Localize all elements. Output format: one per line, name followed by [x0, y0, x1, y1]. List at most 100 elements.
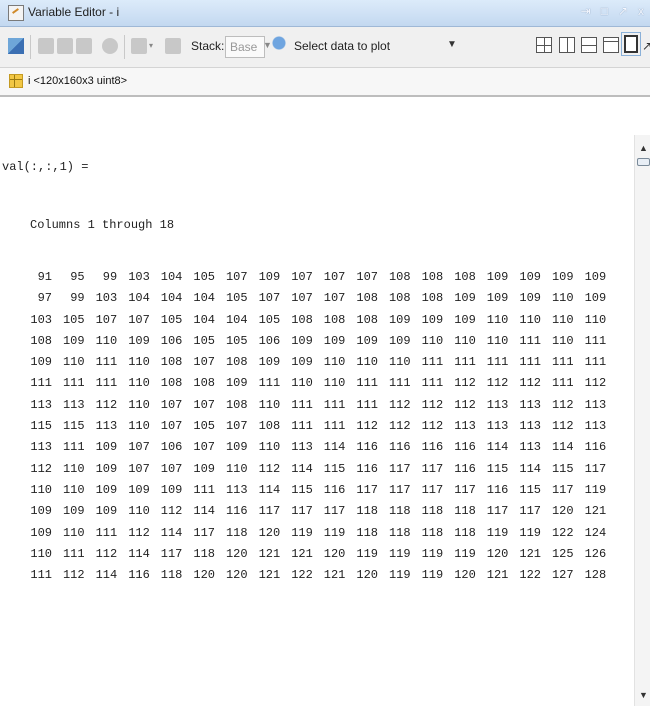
table-cell: 112	[584, 376, 607, 391]
toolbar-undock-icon[interactable]: ↗	[642, 39, 650, 53]
table-cell: 106	[258, 333, 281, 348]
matrix-icon	[9, 74, 23, 88]
table-cell: 111	[258, 376, 281, 391]
stack-label: Stack:	[191, 39, 225, 53]
table-cell: 110	[62, 525, 85, 540]
plot-icon[interactable]	[271, 35, 291, 57]
table-cell: 109	[258, 270, 281, 284]
table-cell: 104	[225, 312, 248, 327]
table-cell: 110	[30, 482, 52, 497]
table-cell: 105	[193, 419, 215, 434]
plot-select[interactable]: Select data to plot	[294, 39, 390, 53]
table-cell: 110	[225, 461, 248, 476]
table-cell: 116	[584, 440, 607, 455]
table-cell: 109	[160, 482, 183, 497]
table-cell: 110	[128, 397, 150, 412]
print-icon[interactable]	[102, 38, 118, 54]
scroll-down-icon[interactable]: ▼	[639, 690, 648, 700]
plot-dropdown-icon[interactable]: ▼	[447, 39, 457, 50]
table-cell: 111	[62, 440, 85, 455]
table-cell: 121	[323, 568, 346, 583]
variable-tab-bar: i <120x160x3 uint8>	[0, 68, 650, 97]
maximize-icon[interactable]: □	[601, 4, 608, 18]
table-cell: 105	[225, 333, 248, 348]
table-cell: 106	[160, 333, 183, 348]
table-cell: 109	[30, 355, 52, 370]
undock-icon[interactable]: ↗	[618, 4, 628, 18]
table-cell: 109	[323, 333, 346, 348]
table-cell: 105	[193, 270, 215, 284]
table-cell: 113	[486, 419, 509, 434]
scroll-thumb[interactable]	[637, 158, 650, 166]
dock-icon[interactable]: ⇥	[581, 4, 591, 18]
table-cell: 109	[519, 270, 541, 284]
brush-dropdown-icon[interactable]: ▾	[149, 41, 153, 50]
scroll-up-icon[interactable]: ▲	[639, 143, 648, 153]
table-cell: 109	[519, 291, 541, 306]
vertical-scrollbar[interactable]: ▲ ▼	[634, 135, 650, 706]
table-cell: 104	[193, 291, 215, 306]
table-cell: 114	[519, 461, 541, 476]
table-cell: 104	[128, 291, 150, 306]
cut-icon[interactable]	[38, 38, 54, 54]
table-cell: 118	[454, 504, 476, 519]
table-cell: 110	[551, 291, 574, 306]
table-cell: 109	[225, 440, 248, 455]
table-cell: 109	[95, 461, 118, 476]
table-cell: 111	[584, 333, 607, 348]
left-right-split-icon[interactable]	[559, 37, 575, 53]
table-cell: 105	[193, 333, 215, 348]
table-cell: 113	[62, 397, 85, 412]
table-cell: 107	[356, 270, 378, 284]
table-cell: 116	[454, 440, 476, 455]
table-cell: 108	[160, 355, 183, 370]
table-cell: 108	[421, 291, 444, 306]
delete-icon[interactable]	[165, 38, 181, 54]
table-cell: 111	[584, 355, 607, 370]
table-cell: 121	[258, 546, 281, 561]
table-cell: 121	[258, 568, 281, 583]
toolbar: ▾ Stack: Base ▼ Select data to plot ▼ ↗	[0, 27, 650, 68]
table-cell: 113	[291, 440, 313, 455]
table-cell: 117	[291, 504, 313, 519]
table-cell: 110	[258, 440, 281, 455]
table-cell: 113	[584, 419, 607, 434]
brush-icon[interactable]	[131, 38, 147, 54]
table-cell: 124	[584, 525, 607, 540]
table-cell: 112	[551, 419, 574, 434]
table-cell: 103	[128, 270, 150, 284]
toolbar-separator	[30, 35, 31, 59]
table-cell: 110	[128, 376, 150, 391]
table-cell: 111	[30, 568, 52, 583]
table-cell: 110	[62, 355, 85, 370]
table-cell: 114	[291, 461, 313, 476]
table-cell: 111	[30, 376, 52, 391]
tile-icon[interactable]	[536, 37, 552, 53]
table-cell: 109	[584, 291, 607, 306]
table-cell: 107	[291, 291, 313, 306]
table-cell: 120	[551, 504, 574, 519]
close-icon[interactable]: x	[638, 4, 644, 18]
copy-icon[interactable]	[57, 38, 73, 54]
columns-line: Columns 1 through 18	[30, 218, 175, 232]
maximize-layout-icon[interactable]	[621, 32, 641, 56]
floating-icon[interactable]	[603, 37, 619, 53]
table-cell: 108	[258, 419, 281, 434]
paste-icon[interactable]	[76, 38, 92, 54]
table-cell: 108	[421, 270, 444, 284]
table-cell: 110	[388, 355, 411, 370]
table-cell: 95	[70, 270, 85, 284]
stack-select[interactable]: Base	[225, 36, 265, 58]
top-bottom-split-icon[interactable]	[581, 37, 597, 53]
new-variable-icon[interactable]	[8, 38, 24, 54]
table-cell: 105	[160, 312, 183, 327]
table-cell: 112	[160, 504, 183, 519]
table-cell: 110	[258, 397, 281, 412]
table-cell: 119	[421, 568, 444, 583]
variable-tab[interactable]: i <120x160x3 uint8>	[28, 75, 127, 87]
table-cell: 111	[323, 397, 346, 412]
table-cell: 111	[551, 376, 574, 391]
table-cell: 111	[486, 355, 509, 370]
table-cell: 127	[551, 568, 574, 583]
table-cell: 109	[258, 355, 281, 370]
